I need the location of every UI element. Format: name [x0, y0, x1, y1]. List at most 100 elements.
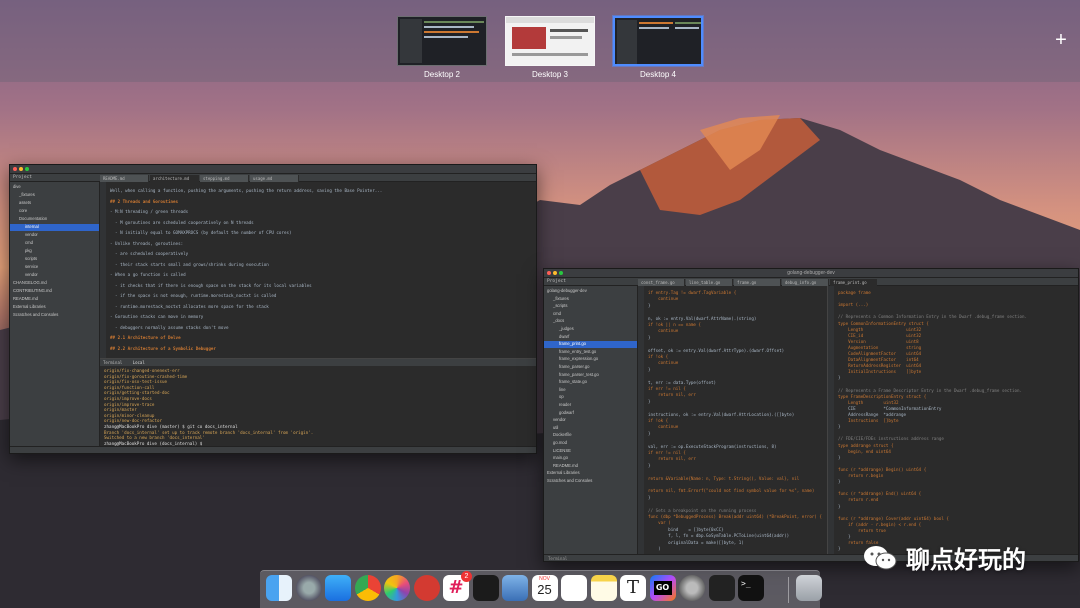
code-line: return nil, fmt.Errorf("could not find s…: [648, 488, 815, 494]
tree-item[interactable]: dwarf: [544, 334, 637, 341]
terminal-panel[interactable]: Terminal Local origin/fix-changed-onenex…: [100, 358, 536, 448]
tree-item[interactable]: vendor: [10, 232, 99, 239]
console-icon[interactable]: [708, 575, 735, 601]
tree-item[interactable]: op: [544, 394, 637, 401]
system-preferences-icon[interactable]: [679, 575, 705, 601]
tree-item[interactable]: _fixtures: [544, 296, 637, 303]
mission-control-spaces-bar: Desktop 2 Desktop 3 Desktop 4 +: [0, 0, 1080, 82]
tree-item[interactable]: frame_entry_test.go: [544, 349, 637, 356]
window-titlebar[interactable]: golang-debugger-dev: [544, 269, 1078, 278]
tree-item[interactable]: go.mod: [544, 440, 637, 447]
go-code-editor[interactable]: if entry.Tag != dwarf.TagVariable { cont…: [638, 286, 826, 556]
tree-item[interactable]: internal: [10, 224, 99, 231]
tree-item[interactable]: _fixtures: [10, 192, 99, 199]
tree-item[interactable]: core: [10, 208, 99, 215]
slack-icon[interactable]: #2: [443, 571, 472, 601]
activity-monitor-icon[interactable]: [472, 575, 499, 601]
goland-icon[interactable]: GO: [649, 575, 676, 601]
tree-item[interactable]: External Libraries: [10, 304, 99, 311]
editor-tab[interactable]: README.md: [100, 175, 149, 182]
line-number-gutter: [100, 182, 106, 358]
netease-music-icon[interactable]: [413, 575, 440, 601]
ide-window-golang-debugger[interactable]: golang-debugger-dev Project golang-debug…: [543, 268, 1079, 562]
zoom-window-button[interactable]: [25, 167, 29, 171]
tree-item[interactable]: cmd: [544, 311, 637, 318]
tree-item[interactable]: golang-debugger-dev: [544, 288, 637, 295]
code-line: CIE_id uint32: [838, 332, 922, 338]
tree-item[interactable]: reader: [544, 402, 637, 409]
line-number-gutter: [638, 286, 644, 556]
app-store-icon[interactable]: [325, 575, 351, 601]
tree-item[interactable]: CONTRIBUTING.md: [10, 288, 99, 295]
tree-item[interactable]: Scratches and Consoles: [544, 478, 637, 485]
trash-icon[interactable]: [796, 575, 822, 601]
editor-tab[interactable]: frame.go: [734, 279, 781, 286]
editor-tab[interactable]: stepping.md: [200, 175, 249, 182]
window-titlebar[interactable]: [10, 165, 536, 174]
code-line: AddressRange *addrange: [838, 412, 907, 417]
split-code-editor[interactable]: package frame import (...) // Represents a…: [827, 286, 1078, 556]
terminal-local-tab[interactable]: Local: [133, 360, 145, 365]
add-desktop-button[interactable]: +: [1052, 28, 1070, 52]
close-window-button[interactable]: [13, 167, 17, 171]
finder-icon[interactable]: [266, 575, 292, 601]
tree-item[interactable]: util: [544, 425, 637, 432]
tree-item[interactable]: Dockerfile: [544, 432, 637, 439]
typora-icon[interactable]: T: [620, 575, 646, 601]
editor-tab[interactable]: const_frame.go: [638, 279, 685, 286]
tree-item[interactable]: service: [10, 264, 99, 271]
tree-item[interactable]: main.go: [544, 455, 637, 462]
chrome-icon[interactable]: [354, 575, 381, 601]
tree-item[interactable]: _docs: [544, 318, 637, 325]
launchpad-icon[interactable]: [295, 575, 322, 601]
terminal-icon[interactable]: >_: [738, 575, 764, 601]
tree-item[interactable]: godwarf: [544, 410, 637, 417]
editor-tab[interactable]: frame_print.go: [830, 279, 877, 286]
tree-item[interactable]: README.md: [544, 463, 637, 470]
tree-item[interactable]: CHANGELOG.md: [10, 280, 99, 287]
tree-item[interactable]: _scripts: [544, 303, 637, 310]
tree-item[interactable]: frame_parser.go: [544, 364, 637, 371]
editor-tab[interactable]: line_table.go: [686, 279, 733, 286]
editor-tab[interactable]: architecture.md: [150, 175, 199, 182]
photos-icon[interactable]: [384, 575, 410, 601]
minimize-window-button[interactable]: [19, 167, 23, 171]
tree-item[interactable]: Scratches and Consoles: [10, 312, 99, 319]
tree-item[interactable]: frame_expression.go: [544, 356, 637, 363]
tree-item[interactable]: cmd: [10, 240, 99, 247]
reminders-icon[interactable]: [561, 575, 587, 601]
code-line: var (: [648, 520, 671, 526]
tree-item[interactable]: scripts: [10, 256, 99, 263]
tree-item[interactable]: _judges: [544, 326, 637, 333]
tree-item[interactable]: vendor: [544, 417, 637, 424]
code-line: }: [838, 546, 841, 552]
ide-window-dive[interactable]: Project dive _fixtures assets core Documenta…: [9, 164, 537, 454]
tree-item[interactable]: line: [544, 387, 637, 394]
code-line: return nil, err: [648, 392, 696, 398]
terminal-tool-button[interactable]: Terminal: [548, 556, 567, 561]
editor-tab[interactable]: debug_info.go: [782, 279, 829, 286]
markdown-editor[interactable]: Well, when calling a function, pushing t…: [100, 182, 536, 358]
desktop-2-thumbnail[interactable]: [397, 16, 487, 66]
project-panel-header[interactable]: Project: [544, 278, 638, 286]
editor-tab[interactable]: usage.md: [250, 175, 299, 182]
tree-item[interactable]: README.md: [10, 296, 99, 303]
desktop-4-thumbnail[interactable]: [613, 16, 703, 66]
code-line: }: [648, 462, 651, 468]
tree-item[interactable]: dive: [10, 184, 99, 191]
editor-line: - runtime.morestack_noctxt allocates mor…: [110, 303, 269, 309]
tree-item[interactable]: frame_parser_test.go: [544, 372, 637, 379]
tree-item[interactable]: vendor: [10, 272, 99, 279]
tree-item[interactable]: LICENSE: [544, 448, 637, 455]
tree-item[interactable]: frame_state.go: [544, 379, 637, 386]
tree-item[interactable]: External Libraries: [544, 470, 637, 477]
tree-item[interactable]: assets: [10, 200, 99, 207]
notes-icon[interactable]: [590, 575, 617, 601]
project-panel-header[interactable]: Project: [10, 174, 100, 182]
calendar-icon[interactable]: NOV 25: [531, 575, 558, 601]
tree-item[interactable]: Documentation: [10, 216, 99, 223]
tree-item[interactable]: frame_print.go: [544, 341, 637, 349]
desktop-3-thumbnail[interactable]: [505, 16, 595, 66]
preview-icon[interactable]: [502, 575, 528, 601]
tree-item[interactable]: pkg: [10, 248, 99, 255]
